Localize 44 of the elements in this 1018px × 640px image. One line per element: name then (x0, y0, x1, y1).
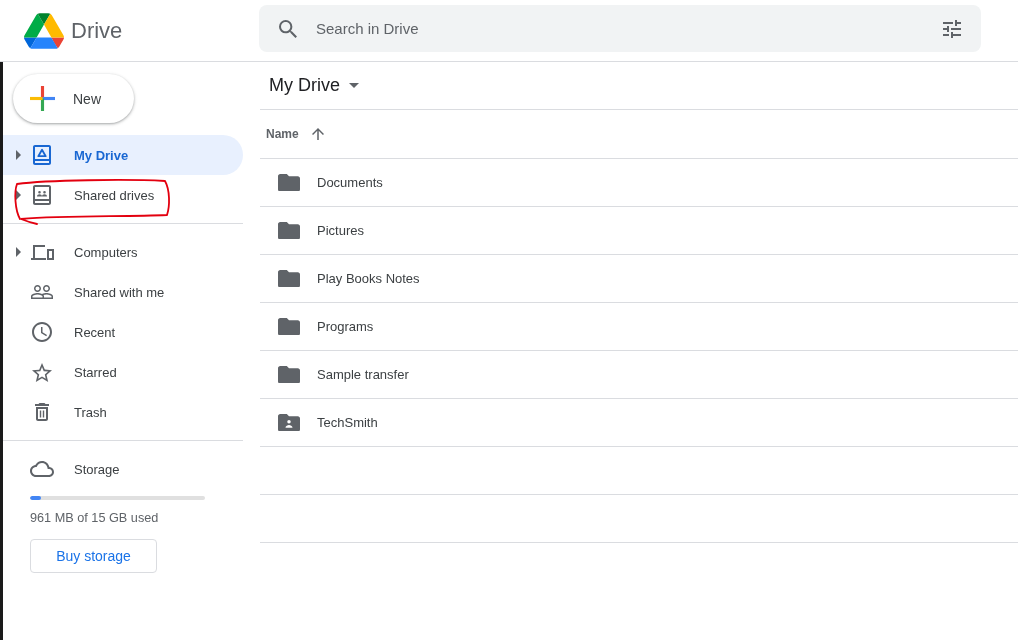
buy-storage-button[interactable]: Buy storage (30, 539, 157, 573)
folder-icon (278, 269, 300, 288)
nav-item[interactable]: My Drive (3, 135, 243, 175)
tune-icon[interactable] (943, 19, 961, 38)
column-header[interactable]: Name (266, 127, 324, 141)
caret-right-icon[interactable] (16, 247, 21, 257)
storage-usage: 961 MB of 15 GB used (30, 510, 160, 526)
file-row[interactable]: Play Books Notes (260, 255, 1018, 303)
folder-icon (278, 365, 300, 384)
file-row[interactable]: Programs (260, 303, 1018, 351)
people-icon (31, 285, 53, 299)
caret-right-icon[interactable] (16, 150, 21, 160)
trash-icon (35, 403, 49, 421)
drive-box-icon (33, 145, 51, 165)
search-field[interactable]: Search in Drive (259, 5, 981, 52)
people-box-icon (33, 185, 51, 205)
nav-item[interactable]: Starred (3, 352, 243, 392)
caret-down-icon (349, 83, 359, 88)
star-icon (32, 362, 52, 382)
nav-item[interactable]: Recent (3, 312, 243, 352)
storage-link[interactable]: Storage (3, 449, 243, 489)
caret-right-icon[interactable] (16, 190, 21, 200)
triangle-logo-icon[interactable] (24, 12, 64, 49)
nav-item[interactable]: Shared drives (3, 175, 243, 215)
clock-icon (32, 322, 52, 342)
new-button[interactable]: New (13, 74, 134, 123)
file-row[interactable]: TechSmith (260, 399, 1018, 447)
folder-icon (278, 221, 300, 240)
folder-person-icon (278, 413, 300, 432)
laptop-phone-icon (30, 244, 54, 260)
nav-item[interactable]: Trash (3, 392, 243, 432)
nav-item[interactable]: Computers (3, 232, 243, 272)
file-row[interactable]: Sample transfer (260, 351, 1018, 399)
folder-icon (278, 317, 300, 336)
plus-icon (30, 86, 55, 111)
file-row[interactable]: Pictures (260, 207, 1018, 255)
nav-item[interactable]: Shared with me (3, 272, 243, 312)
search-icon[interactable] (279, 19, 297, 38)
file-row[interactable]: Documents (260, 159, 1018, 207)
cloud-icon (30, 461, 54, 477)
search-input[interactable]: Search in Drive (316, 16, 943, 41)
app-name: Drive (71, 17, 123, 44)
folder-icon (278, 173, 300, 192)
location-menu-button[interactable]: My Drive (269, 75, 359, 96)
